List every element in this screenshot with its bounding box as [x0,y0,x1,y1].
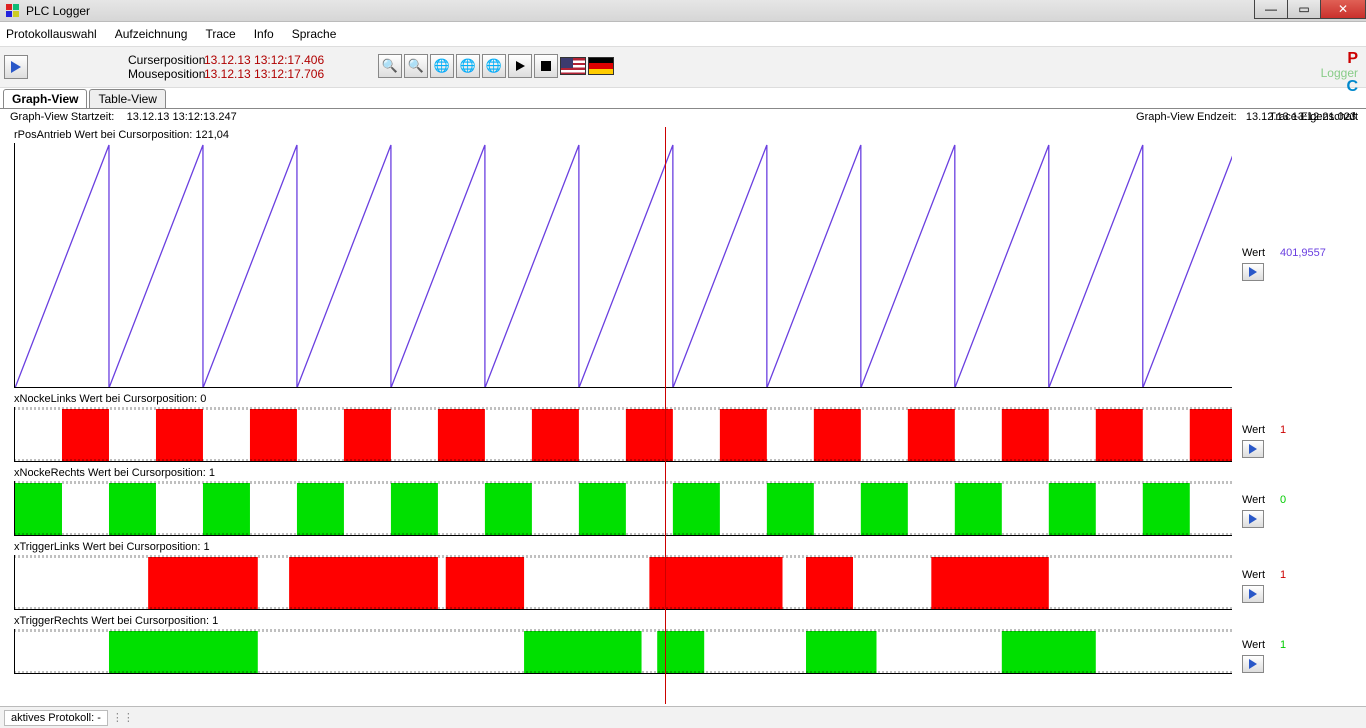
menubar: Protokollauswahl Aufzeichnung Trace Info… [0,22,1366,46]
tab-row: Graph-View Table-View [0,88,1366,108]
flag-us-icon[interactable] [560,57,586,75]
wert-label: Wert [1242,424,1272,436]
mouse-pos-label: Mouseposition [128,67,204,81]
graph-end-label: Graph-View Endzeit: [1136,111,1237,123]
wert-label: Wert [1242,639,1272,651]
status-active-protocol: aktives Protokoll: - [4,710,108,726]
window-close-button[interactable]: ✕ [1320,0,1366,19]
wert-value: 401,9557 [1280,247,1326,259]
menu-protokollauswahl[interactable]: Protokollauswahl [6,27,97,41]
wert-value: 1 [1280,639,1286,651]
wert-value: 0 [1280,494,1286,506]
trace-properties-title: Trace-Eigenschaft [1242,109,1362,125]
trace-plot[interactable] [14,555,1232,610]
wert-value: 1 [1280,424,1286,436]
trace-properties-panel: Trace-Eigenschaft Wert401,9557Wert1Wert0… [1242,109,1362,125]
trace-plot[interactable] [14,629,1232,674]
plots-area: rPosAntrieb Wert bei Cursorposition: 121… [14,127,1232,677]
graph-start-label: Graph-View Startzeit: [10,111,114,123]
wert-value: 1 [1280,569,1286,581]
toolstrip: Curserposition 13.12.13 13:12:17.406 Mou… [0,46,1366,88]
record-play-button[interactable] [4,55,28,79]
tab-table-view[interactable]: Table-View [89,89,165,108]
trace-label: rPosAntrieb Wert bei Cursorposition: 121… [14,129,1232,141]
tab-graph-view[interactable]: Graph-View [3,89,87,108]
window-maximize-button[interactable]: ▭ [1287,0,1321,19]
zoom-y-icon[interactable]: 🌐 [482,54,506,78]
menu-trace[interactable]: Trace [205,27,235,41]
trace-plot[interactable] [14,407,1232,462]
statusbar: aktives Protokoll: - ⋮⋮ [0,706,1366,728]
app-logo: P Logger C [1321,51,1358,95]
cursor-pos-label: Curserposition [128,53,204,67]
stop-icon[interactable] [534,54,558,78]
trace-play-button[interactable] [1242,585,1264,603]
window-minimize-button[interactable]: — [1254,0,1288,19]
cursor-pos-value: 13.12.13 13:12:17.406 [204,53,324,67]
zoom-fit-icon[interactable]: 🌐 [430,54,454,78]
window-title: PLC Logger [26,4,90,18]
statusbar-grip-icon: ⋮⋮ [112,711,134,724]
zoom-x-icon[interactable]: 🌐 [456,54,480,78]
cursor-line[interactable] [665,127,666,704]
trace-play-button[interactable] [1242,655,1264,673]
trace-label: xTriggerRechts Wert bei Cursorposition: … [14,615,1232,627]
trace-plot[interactable] [14,143,1232,388]
wert-label: Wert [1242,247,1272,259]
play-icon[interactable] [508,54,532,78]
trace-play-button[interactable] [1242,263,1264,281]
wert-label: Wert [1242,494,1272,506]
menu-info[interactable]: Info [254,27,274,41]
flag-de-icon[interactable] [588,57,614,75]
graph-content: Graph-View Startzeit: 13.12.13 13:12:13.… [0,108,1366,704]
trace-play-button[interactable] [1242,510,1264,528]
menu-sprache[interactable]: Sprache [292,27,337,41]
zoom-in-icon[interactable]: 🔍 [378,54,402,78]
wert-label: Wert [1242,569,1272,581]
window-titlebar: PLC Logger — ▭ ✕ [0,0,1366,22]
graph-start-value: 13.12.13 13:12:13.247 [127,111,237,123]
menu-aufzeichnung[interactable]: Aufzeichnung [115,27,188,41]
zoom-out-icon[interactable]: 🔍 [404,54,428,78]
trace-plot[interactable] [14,481,1232,536]
app-icon [6,4,20,18]
trace-play-button[interactable] [1242,440,1264,458]
trace-label: xTriggerLinks Wert bei Cursorposition: 1 [14,541,1232,553]
trace-label: xNockeRechts Wert bei Cursorposition: 1 [14,467,1232,479]
trace-label: xNockeLinks Wert bei Cursorposition: 0 [14,393,1232,405]
position-readout: Curserposition 13.12.13 13:12:17.406 Mou… [128,53,324,81]
mouse-pos-value: 13.12.13 13:12:17.706 [204,67,324,81]
